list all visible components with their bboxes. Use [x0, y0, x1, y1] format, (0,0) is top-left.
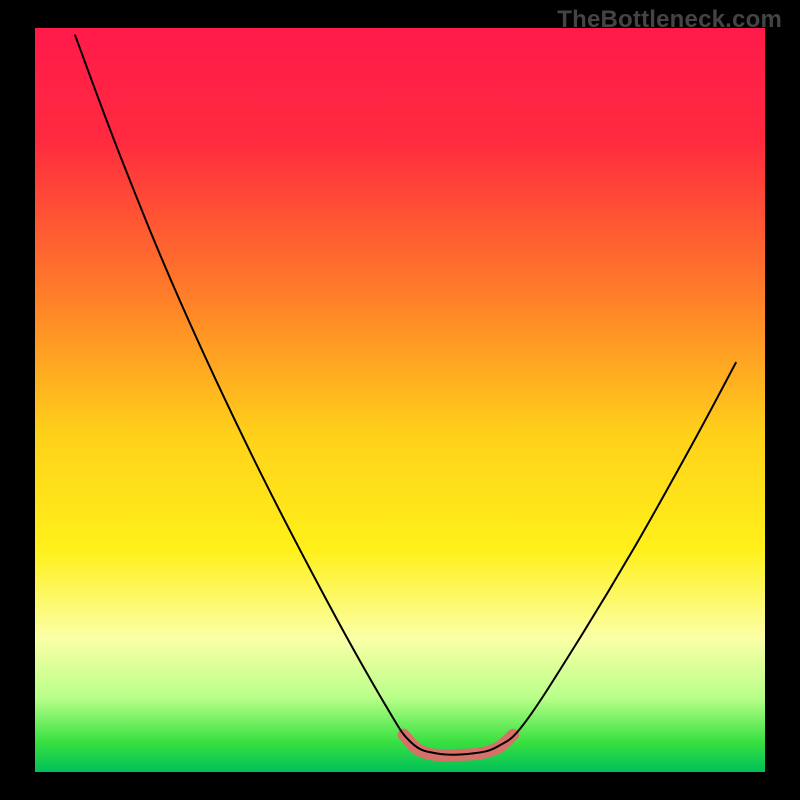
chart-frame: TheBottleneck.com [0, 0, 800, 800]
watermark-text: TheBottleneck.com [557, 6, 782, 34]
bottleneck-chart [0, 0, 800, 800]
plot-background [35, 28, 765, 772]
